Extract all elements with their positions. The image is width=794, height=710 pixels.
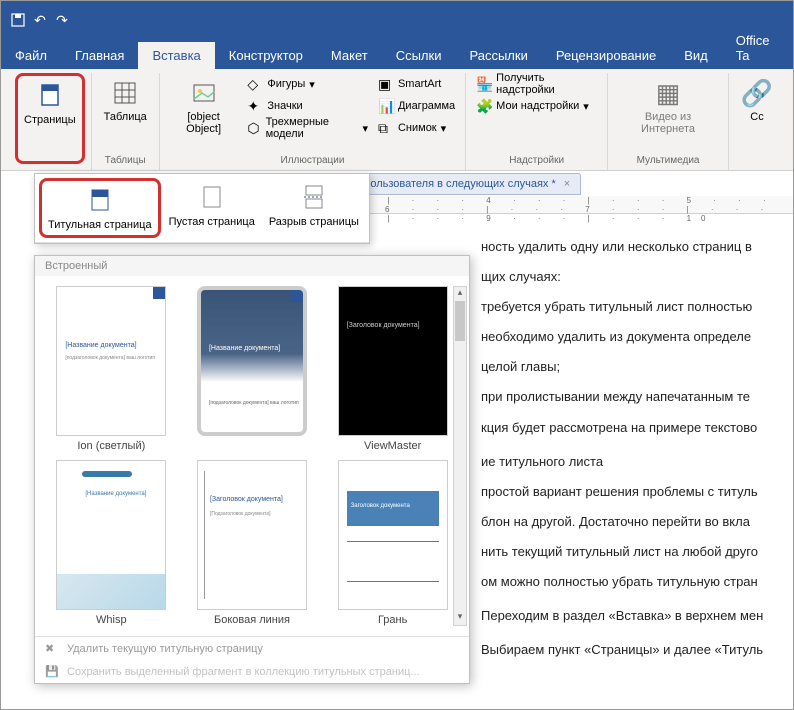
title-page-icon: [84, 185, 116, 217]
tab-layout[interactable]: Макет: [317, 42, 382, 69]
tab-insert[interactable]: Вставка: [138, 42, 214, 69]
document-content: ность удалить одну или несколько страниц…: [471, 216, 793, 669]
template-facet[interactable]: Заголовок документа Грань: [326, 460, 459, 626]
addins-icon: 🧩: [476, 98, 492, 114]
pages-button[interactable]: Страницы: [15, 73, 85, 164]
scrollbar-thumb[interactable]: [455, 301, 465, 341]
redo-icon[interactable]: ↷: [53, 11, 71, 29]
save-icon[interactable]: [9, 11, 27, 29]
template-sideline[interactable]: [Заголовок документа][Подзаголовок докум…: [186, 460, 319, 626]
screenshot-button[interactable]: ⧉Снимок ▾: [374, 117, 459, 139]
tab-references[interactable]: Ссылки: [382, 42, 456, 69]
tab-home[interactable]: Главная: [61, 42, 138, 69]
page-break-icon: [298, 182, 330, 214]
tab-office[interactable]: Office Ta: [722, 27, 793, 69]
table-button[interactable]: Таблица: [98, 73, 153, 153]
scroll-down-icon[interactable]: ▾: [454, 611, 466, 625]
ribbon-tabs: Файл Главная Вставка Конструктор Макет С…: [1, 39, 793, 69]
smartart-icon: ▣: [378, 76, 394, 92]
tab-design[interactable]: Конструктор: [215, 42, 317, 69]
pictures-button[interactable]: [object Object]: [166, 73, 242, 153]
remove-title-page-action[interactable]: ✖ Удалить текущую титульную страницу: [35, 637, 469, 660]
smartart-button[interactable]: ▣SmartArt: [374, 73, 459, 95]
gallery-header: Встроенный: [35, 256, 469, 276]
video-button[interactable]: ▦ Видео из Интернета: [614, 73, 722, 153]
video-icon: ▦: [652, 77, 684, 109]
undo-icon[interactable]: ↶: [31, 11, 49, 29]
template-selected[interactable]: [Название документа][подзаголовок докуме…: [186, 286, 319, 452]
page-break-button[interactable]: Разрыв страницы: [263, 178, 365, 238]
scroll-up-icon[interactable]: ▴: [454, 287, 466, 301]
cube-icon: ⬡: [247, 120, 261, 136]
tab-file[interactable]: Файл: [1, 42, 61, 69]
tab-mailings[interactable]: Рассылки: [455, 42, 541, 69]
template-viewmaster[interactable]: [Заголовок документа] ViewMaster: [326, 286, 459, 452]
tab-view[interactable]: Вид: [670, 42, 722, 69]
links-button[interactable]: 🔗 Сс: [735, 73, 779, 164]
close-icon[interactable]: ×: [564, 178, 570, 190]
template-whisp[interactable]: [Название документа] Whisp: [45, 460, 178, 626]
link-icon: 🔗: [741, 77, 773, 109]
table-icon: [109, 77, 141, 109]
chart-button[interactable]: 📊Диаграмма: [374, 95, 459, 117]
save-selection-action[interactable]: 💾 Сохранить выделенный фрагмент в коллек…: [35, 660, 469, 683]
save-gallery-icon: 💾: [45, 665, 61, 678]
gallery-scrollbar[interactable]: ▴ ▾: [453, 286, 467, 626]
screenshot-icon: ⧉: [378, 120, 394, 136]
blank-page-button[interactable]: Пустая страница: [163, 178, 261, 238]
tab-review[interactable]: Рецензирование: [542, 42, 670, 69]
get-addins-button[interactable]: 🏪Получить надстройки: [472, 73, 601, 95]
pages-dropdown: Титульная страница Пустая страница Разры…: [34, 173, 370, 244]
template-ion-light[interactable]: [Название документа][подзаголовок докуме…: [45, 286, 178, 452]
ribbon: Страницы Таблица Таблицы [object Object]…: [1, 69, 793, 171]
3dmodels-button[interactable]: ⬡Трехмерные модели ▾: [243, 117, 372, 139]
shapes-icon: ◇: [247, 76, 263, 92]
page-icon: [34, 80, 66, 112]
icons-button[interactable]: ✦Значки: [243, 95, 372, 117]
chart-icon: 📊: [378, 98, 394, 114]
title-page-button[interactable]: Титульная страница: [39, 178, 161, 238]
pictures-icon: [188, 77, 220, 109]
blank-page-icon: [196, 182, 228, 214]
shapes-button[interactable]: ◇Фигуры ▾: [243, 73, 372, 95]
store-icon: 🏪: [476, 76, 492, 92]
my-addins-button[interactable]: 🧩Мои надстройки ▾: [472, 95, 601, 117]
remove-icon: ✖: [45, 642, 61, 655]
title-page-gallery: Встроенный [Название документа][подзагол…: [34, 255, 470, 684]
titlebar: ↶ ↷: [1, 1, 793, 39]
icons-icon: ✦: [247, 98, 263, 114]
